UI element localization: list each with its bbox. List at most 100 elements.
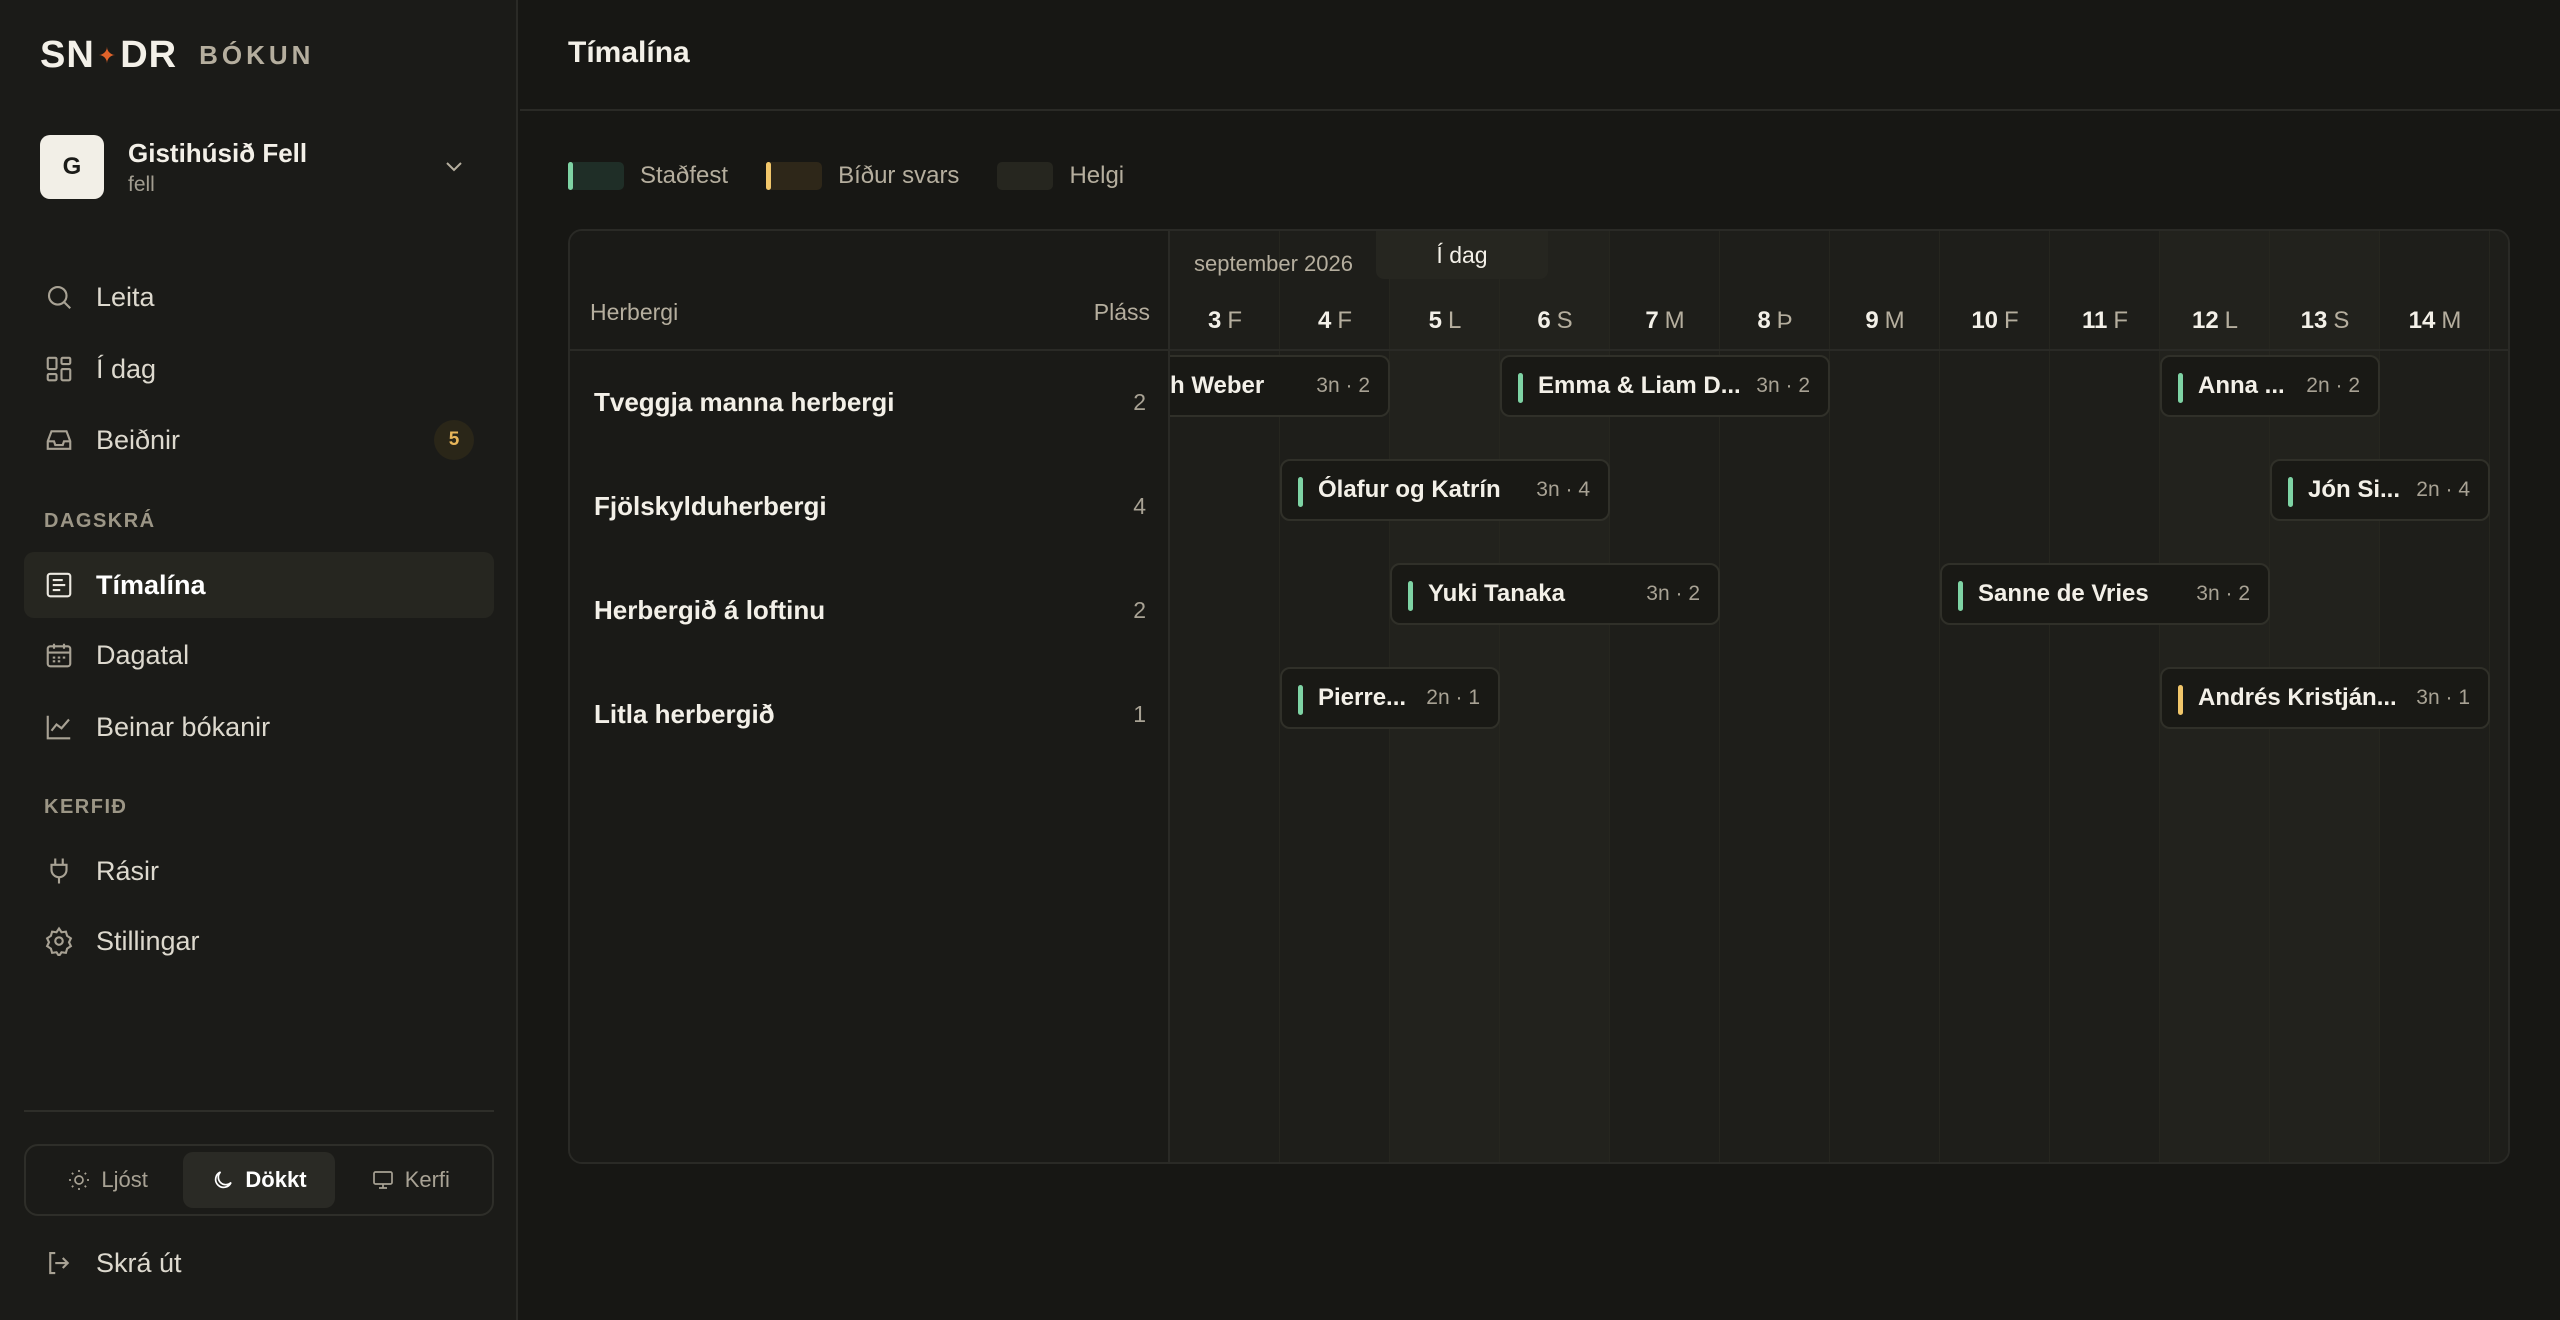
- day-weekday: S: [2333, 307, 2350, 334]
- day-header: 4F: [1280, 307, 1390, 335]
- booking-guest: h Weber: [1170, 372, 1265, 399]
- theme-dark-label: Dökkt: [245, 1167, 307, 1192]
- theme-system-button[interactable]: Kerfi: [335, 1152, 486, 1208]
- monitor-icon: [372, 1171, 393, 1189]
- day-column: [1940, 231, 2050, 1162]
- nav-calendar-label: Dagatal: [96, 639, 190, 670]
- day-number: 10: [1971, 307, 1999, 334]
- nav-direct-bookings-label: Beinar bókanir: [96, 711, 271, 742]
- property-switcher[interactable]: G Gistihúsið Fell fell: [40, 134, 480, 200]
- booking-block[interactable]: Ólafur og Katrín 3n · 4: [1280, 459, 1610, 521]
- day-weekday: F: [2113, 307, 2129, 334]
- theme-system-label: Kerfi: [404, 1167, 450, 1192]
- logo-mark-right: DR: [120, 34, 178, 76]
- booking-block[interactable]: Anna ... 2n · 2: [2160, 355, 2380, 417]
- nav-requests[interactable]: Beiðnir 5: [24, 407, 494, 473]
- room-row[interactable]: Litla herbergið 1: [570, 663, 1170, 767]
- booking-meta: 3n · 4: [1536, 478, 1590, 501]
- nav-channels-label: Rásir: [96, 855, 160, 886]
- column-header-capacity: Pláss: [1093, 299, 1150, 325]
- day-number: 11: [2081, 307, 2108, 334]
- moon-icon: [215, 1171, 233, 1189]
- legend-pending-swatch: [766, 162, 823, 190]
- day-number: 7: [1645, 307, 1659, 334]
- booking-block-pending[interactable]: Andrés Kristján... 3n · 1: [2160, 667, 2490, 729]
- grid-header-divider: [1170, 349, 2508, 351]
- property-slug: fell: [128, 172, 155, 196]
- theme-switch: Ljóst Dökkt Kerfi: [24, 1144, 494, 1216]
- theme-dark-button[interactable]: Dökkt: [183, 1152, 335, 1208]
- room-row[interactable]: Fjölskylduherbergi 4: [570, 455, 1170, 559]
- booking-meta: 2n · 1: [1426, 686, 1480, 709]
- booking-block[interactable]: h Weber 3n · 2: [1170, 355, 1390, 417]
- day-weekday: M: [1884, 307, 1905, 334]
- day-weekday: F: [2004, 307, 2019, 334]
- day-header: 10 F: [1940, 307, 2050, 335]
- booking-block[interactable]: Sanne de Vries 3n · 2: [1940, 563, 2270, 625]
- day-header: 11 F: [2050, 307, 2160, 335]
- sidebar: SN ✦ DR BÓKUN G Gistihúsið Fell fell Lei…: [0, 0, 518, 1320]
- nav-channels[interactable]: Rásir: [24, 838, 494, 904]
- day-weekday: F: [1337, 307, 1353, 334]
- nav-settings-label: Stillingar: [96, 925, 200, 956]
- nav-search[interactable]: Leita: [24, 264, 494, 330]
- day-weekday: Þ: [1776, 307, 1793, 334]
- sun-icon: [69, 1170, 90, 1190]
- booking-block[interactable]: Jón Si... 2n · 4: [2270, 459, 2490, 521]
- day-weekday: F: [1227, 307, 1243, 334]
- legend-pending-label: Bíður svars: [838, 162, 960, 189]
- booking-block[interactable]: Pierre... 2n · 1: [1280, 667, 1500, 729]
- chart-line-icon: [44, 712, 74, 742]
- day-header: 5L: [1390, 307, 1500, 335]
- day-number: 4: [1317, 307, 1332, 334]
- room-capacity: 4: [1133, 493, 1146, 519]
- logo[interactable]: SN ✦ DR BÓKUN: [40, 34, 314, 77]
- logo-star-icon: ✦: [97, 42, 118, 68]
- legend-weekend-label: Helgi: [1069, 162, 1125, 189]
- day-number: 12: [2191, 307, 2219, 334]
- logout-button[interactable]: Skrá út: [24, 1230, 494, 1296]
- booking-block[interactable]: Emma & Liam D... 3n · 2: [1500, 355, 1830, 417]
- legend-weekend: Helgi: [997, 162, 1124, 190]
- day-column: [1830, 231, 1940, 1162]
- booking-meta: 3n · 2: [2196, 582, 2250, 605]
- inbox-icon: [44, 425, 74, 455]
- logout-icon: [44, 1248, 74, 1278]
- day-number: 9: [1865, 307, 1879, 334]
- nav-timeline[interactable]: Tímalína: [24, 552, 494, 618]
- column-header-room: Herbergi: [590, 299, 679, 325]
- booking-block[interactable]: Yuki Tanaka 3n · 2: [1390, 563, 1720, 625]
- nav-settings[interactable]: Stillingar: [24, 908, 494, 974]
- room-row[interactable]: Tveggja manna herbergi 2: [570, 351, 1170, 455]
- room-name: Tveggja manna herbergi: [594, 387, 895, 417]
- nav-calendar[interactable]: Dagatal: [24, 622, 494, 688]
- timeline-icon: [44, 570, 74, 600]
- nav-today-label: Í dag: [96, 353, 157, 384]
- day-weekday: S: [1556, 307, 1573, 334]
- nav-direct-bookings[interactable]: Beinar bókanir: [24, 694, 494, 760]
- room-capacity: 2: [1133, 597, 1146, 623]
- month-label: september 2026: [1194, 251, 1353, 276]
- booking-meta: 2n · 2: [2306, 374, 2360, 397]
- property-avatar: G: [40, 135, 104, 199]
- sidebar-divider: [24, 1110, 494, 1112]
- room-name: Herbergið á loftinu: [594, 595, 826, 625]
- room-row[interactable]: Herbergið á loftinu 2: [570, 559, 1170, 663]
- theme-light-button[interactable]: Ljóst: [32, 1152, 183, 1208]
- room-capacity: 2: [1133, 389, 1146, 415]
- booking-guest: Sanne de Vries: [1978, 580, 2149, 607]
- nav-today[interactable]: Í dag: [24, 336, 494, 402]
- timeline-grid: Herbergi Pláss Tveggja manna herbergi 2 …: [568, 229, 2510, 1164]
- day-header: 3F: [1170, 307, 1280, 335]
- day-header: 8Þ: [1720, 307, 1830, 335]
- day-number: 14: [2408, 307, 2436, 334]
- day-column: [2050, 231, 2160, 1162]
- logout-label: Skrá út: [96, 1247, 182, 1278]
- today-button[interactable]: Í dag: [1376, 231, 1548, 279]
- day-header: 7M: [1610, 307, 1720, 335]
- page-title: Tímalína: [568, 36, 690, 69]
- rooms-header: Herbergi Pláss: [570, 231, 1170, 351]
- logo-mark-left: SN: [40, 34, 95, 76]
- logo-mark: SN ✦ DR: [40, 34, 177, 77]
- timeline-days-area: september 2026 Í dag 3F 4F 5L 6S 7M 8Þ 9…: [1170, 231, 2508, 1162]
